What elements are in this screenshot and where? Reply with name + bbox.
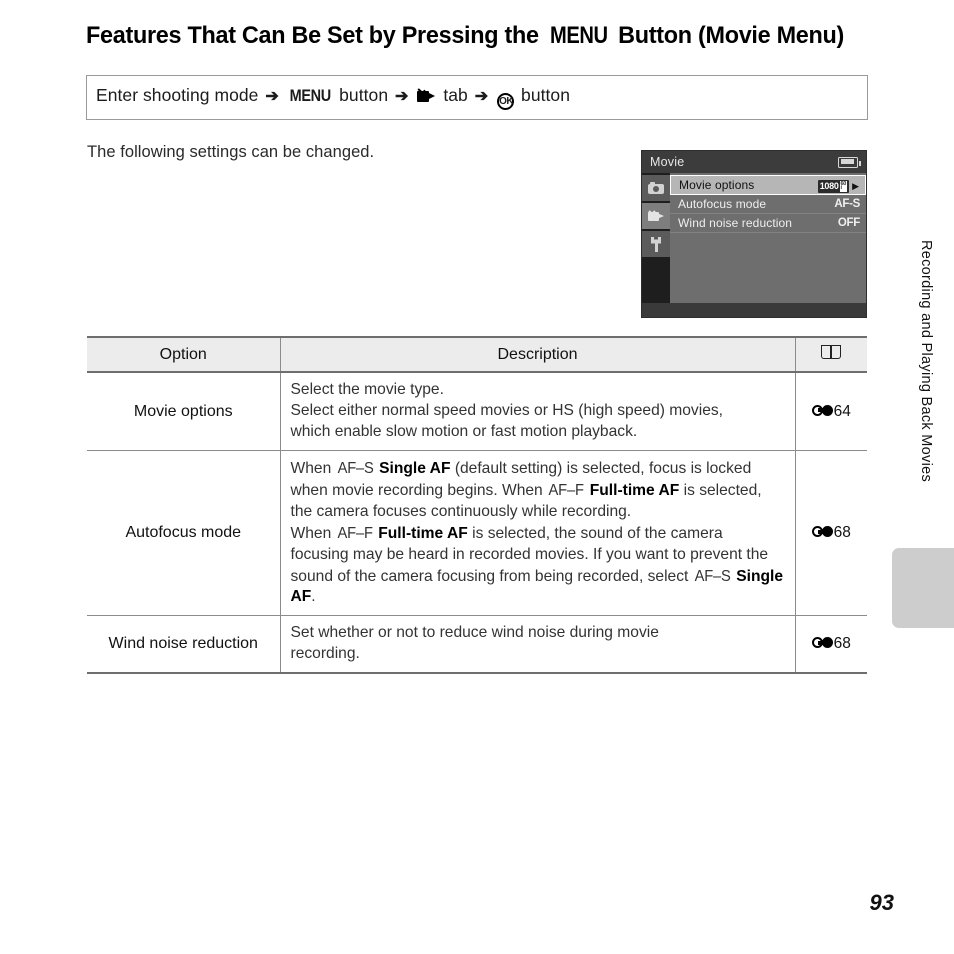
lcd-item-label: Wind noise reduction	[678, 216, 793, 230]
instruction-step-4: button	[516, 85, 570, 105]
movie-options-value-badge: 1080 60 i	[817, 179, 850, 193]
lcd-footer-bar	[642, 303, 866, 317]
lcd-item-value: OFF	[837, 217, 860, 229]
lcd-tab-movie[interactable]	[642, 203, 670, 229]
lcd-body: Movie options 1080 60 i ▶ Autofocus mode AF…	[642, 173, 866, 303]
row-description-autofocus-mode: When AF–S Single AF (default setting) is…	[279, 450, 796, 617]
ref-page-number: 68	[833, 635, 851, 653]
row-reference-movie-options: 64	[794, 372, 867, 452]
desc-line: Select the movie type.	[290, 381, 444, 399]
still-camera-icon	[648, 182, 664, 194]
instruction-box: Enter shooting mode ➔ MENU button ➔ tab …	[86, 75, 868, 120]
desc-line: recording.	[290, 645, 360, 663]
page-title: Features That Can Be Set by Pressing the…	[86, 22, 844, 50]
desc-line: which enable slow motion or fast motion …	[290, 423, 638, 441]
instruction-step-2: button	[334, 85, 389, 105]
lcd-tab-spacer	[642, 259, 670, 285]
camera-lcd-screenshot: Movie Movie options 1080 60 i ▶ Autofocu…	[641, 150, 867, 318]
ref-page-number: 68	[833, 524, 851, 542]
table-row: Movie options Select the movie type. Sel…	[87, 372, 867, 452]
row-reference-autofocus-mode: 68	[794, 450, 867, 617]
ok-button-icon: OK	[497, 93, 515, 110]
header-description: Description	[279, 335, 796, 374]
lcd-menu-item-wind-noise-reduction[interactable]: Wind noise reduction OFF	[670, 214, 866, 233]
reference-section-icon	[811, 404, 833, 417]
chevron-right-icon: ▶	[852, 181, 859, 191]
table-header-row: Option Description	[87, 335, 867, 374]
ref-page-number: 64	[833, 402, 851, 420]
row-option-autofocus-mode: Autofocus mode	[87, 450, 281, 617]
arrow-icon-3: ➔	[474, 88, 489, 105]
desc-line: Select either normal speed movies or HS …	[290, 402, 724, 420]
lcd-item-label: Movie options	[679, 178, 755, 192]
header-option: Option	[87, 335, 281, 374]
intro-paragraph: The following settings can be changed.	[87, 143, 375, 161]
badge-resolution: 1080	[819, 181, 839, 191]
instruction-step-1: Enter shooting mode	[96, 85, 259, 105]
table-row: Autofocus mode When AF–S Single AF (defa…	[87, 450, 867, 617]
page-title-prefix: Features That Can Be Set by Pressing the	[86, 22, 545, 49]
row-description-wind-noise-reduction: Set whether or not to reduce wind noise …	[279, 615, 796, 675]
lcd-menu-list: Movie options 1080 60 i ▶ Autofocus mode AF…	[670, 173, 866, 303]
row-description-movie-options: Select the movie type. Select either nor…	[279, 372, 796, 452]
lcd-item-label: Autofocus mode	[678, 197, 767, 211]
badge-mode: i	[840, 185, 843, 191]
book-icon	[821, 344, 842, 360]
lcd-menu-item-autofocus-mode[interactable]: Autofocus mode AF-S	[670, 195, 866, 214]
instruction-text: Enter shooting mode ➔ MENU button ➔ tab …	[87, 85, 570, 110]
lcd-tab-shooting[interactable]	[642, 175, 670, 201]
lcd-menu-item-movie-options[interactable]: Movie options 1080 60 i ▶	[670, 175, 866, 195]
instruction-step-3: tab	[438, 85, 468, 105]
header-reference	[794, 335, 867, 374]
desc-line: Set whether or not to reduce wind noise …	[290, 624, 659, 642]
movie-camera-icon	[647, 210, 665, 222]
arrow-icon-2: ➔	[395, 88, 409, 105]
row-option-wind-noise-reduction: Wind noise reduction	[87, 615, 281, 675]
reference-section-icon	[811, 526, 833, 538]
battery-icon	[838, 156, 861, 168]
lcd-tab-strip	[642, 173, 670, 303]
menu-glyph-title: MENU	[549, 22, 608, 49]
page-number: 93	[869, 890, 894, 915]
page-title-suffix: Button (Movie Menu)	[611, 22, 845, 49]
table-row: Wind noise reduction Set whether or not …	[87, 615, 867, 675]
lcd-item-value-group: 1080 60 i ▶	[817, 176, 859, 194]
lcd-header: Movie	[642, 151, 866, 173]
movie-camera-icon	[417, 88, 436, 102]
chapter-side-label: Recording and Playing Back Movies	[918, 240, 934, 483]
manual-page: Features That Can Be Set by Pressing the…	[0, 0, 954, 954]
lcd-tab-setup[interactable]	[642, 231, 670, 257]
menu-button-glyph: MENU	[289, 86, 331, 105]
settings-table: Option Description Movie options Select …	[87, 335, 867, 675]
wrench-icon	[650, 236, 662, 252]
row-reference-wind-noise-reduction: 68	[794, 615, 867, 675]
arrow-icon-1: ➔	[265, 88, 279, 105]
reference-section-icon	[811, 637, 833, 649]
row-option-movie-options: Movie options	[87, 372, 281, 452]
chapter-side-tab-marker	[892, 548, 954, 628]
lcd-item-value: AF-S	[834, 198, 860, 210]
lcd-menu-title: Movie	[650, 155, 685, 169]
